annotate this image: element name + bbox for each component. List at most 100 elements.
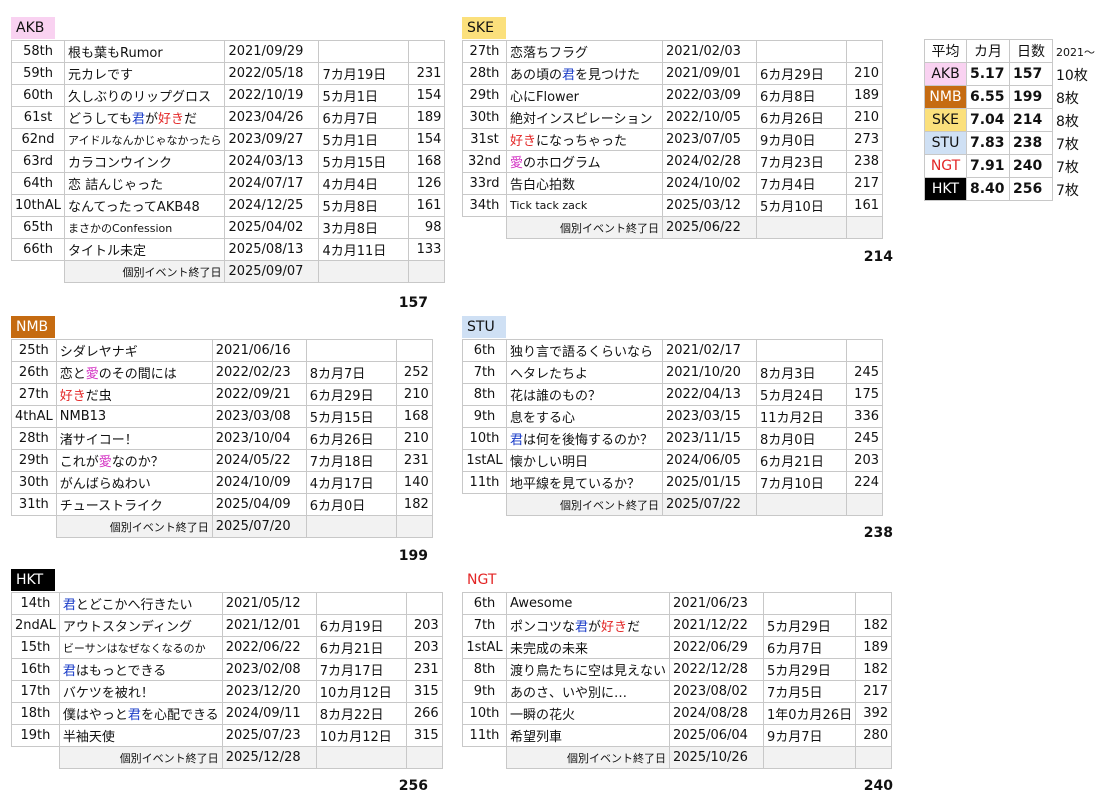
- release-days: 182: [395, 493, 433, 516]
- release-row: 28th 渚サイコー！ 2023/10/04 6カ月26日 210: [11, 427, 433, 450]
- release-number: 7th: [462, 614, 507, 637]
- release-interval: 4カ月4日: [318, 172, 410, 195]
- summary-months: 7.91: [966, 154, 1010, 178]
- empty-cell: [463, 747, 507, 769]
- release-interval: 6カ月26日: [305, 427, 397, 450]
- release-title: 君とどこかへ行きたい: [58, 592, 223, 615]
- release-interval: 10カ月12日: [315, 724, 407, 747]
- release-days: 231: [408, 62, 446, 85]
- release-row: 31th チューストライク 2025/04/09 6カ月0日 182: [11, 493, 433, 516]
- release-number: 28th: [462, 62, 507, 85]
- highlight-word: 君: [562, 68, 576, 83]
- nmb-total: 199: [398, 548, 428, 564]
- empty-cell: [846, 493, 883, 516]
- release-interval: 5カ月10日: [756, 194, 847, 217]
- release-number: 16th: [11, 658, 60, 681]
- summary-header-months: カ月: [966, 39, 1010, 63]
- release-interval: 5カ月15日: [318, 150, 410, 173]
- release-interval: 6カ月21日: [315, 636, 407, 659]
- release-row: 17th バケツを被れ！ 2023/12/20 10カ月12日 315: [11, 680, 443, 703]
- release-days: 126: [408, 172, 446, 195]
- release-number: 6th: [462, 339, 507, 362]
- summary-days: 199: [1009, 85, 1053, 109]
- event-end-row: 個別イベント終了日 2025/07/20: [12, 515, 433, 538]
- summary-header-days: 日数: [1009, 39, 1053, 63]
- release-number: 60th: [10, 84, 66, 107]
- summary-row-hkt: HKT 8.40 256: [924, 177, 1053, 201]
- release-days: 210: [395, 427, 433, 450]
- release-title: シダレヤナギ: [55, 339, 213, 362]
- release-days: 245: [846, 361, 883, 384]
- release-title: 愛のホログラム: [506, 150, 663, 173]
- release-days: 133: [408, 238, 446, 261]
- release-interval: 7カ月5日: [763, 680, 857, 703]
- release-row: 10th 一瞬の花火 2024/08/28 1年0カ月26日 392: [462, 702, 893, 725]
- release-title: 懐かしい明日: [506, 449, 663, 472]
- release-row: 14th 君とどこかへ行きたい 2021/05/12: [11, 592, 443, 615]
- release-title: 独り言で語るくらいなら: [506, 339, 663, 362]
- release-number: 7th: [462, 361, 507, 384]
- empty-cell: [846, 216, 883, 239]
- empty-cell: [305, 515, 397, 538]
- empty-cell: [12, 516, 57, 538]
- release-days: 224: [846, 471, 883, 494]
- release-date: 2021/09/01: [662, 62, 757, 85]
- release-row: 11th 希望列車 2025/06/04 9カ月7日 280: [462, 724, 893, 747]
- release-date: 2022/06/22: [221, 636, 317, 659]
- release-days: 280: [855, 724, 893, 747]
- summary-count-stu: 7枚: [1056, 137, 1079, 153]
- release-title: 半袖天使: [58, 724, 223, 747]
- release-date: 2021/09/29: [224, 40, 320, 63]
- release-interval: 5カ月1日: [318, 84, 410, 107]
- summary-row-nmb: NMB 6.55 199: [924, 85, 1053, 109]
- highlight-word: 君: [510, 433, 524, 448]
- summary-count-ngt: 7枚: [1056, 160, 1079, 176]
- release-title: あの頃の君を見つけた: [506, 62, 663, 85]
- highlight-word: 愛: [98, 455, 112, 470]
- release-row: 1stAL 未完成の未来 2022/06/29 6カ月7日 189: [462, 636, 893, 659]
- release-days: 175: [846, 383, 883, 406]
- release-days: 210: [846, 62, 883, 85]
- release-interval: 8カ月3日: [756, 361, 847, 384]
- empty-cell: [395, 515, 433, 538]
- release-days: 210: [395, 383, 433, 406]
- release-date: 2024/08/28: [669, 702, 765, 725]
- release-row: 10th 君は何を後悔するのか？ 2023/11/15 8カ月0日 245: [462, 427, 883, 450]
- empty-cell: [405, 746, 443, 769]
- release-title: Awesome: [505, 592, 671, 615]
- release-title: バケツを被れ！: [58, 680, 223, 703]
- release-row: 33rd 告白心拍数 2024/10/02 7カ月4日 217: [462, 172, 883, 195]
- release-interval: 5カ月15日: [305, 405, 397, 428]
- empty-cell: [318, 260, 410, 283]
- release-number: 64th: [10, 172, 66, 195]
- release-row: 19th 半袖天使 2025/07/23 10カ月12日 315: [11, 724, 443, 747]
- release-number: 8th: [462, 658, 507, 681]
- release-date: 2024/05/22: [211, 449, 307, 472]
- release-title: 君はもっとできる: [58, 658, 223, 681]
- ske-label: SKE: [462, 17, 506, 39]
- release-title: 絶対インスピレーション: [506, 106, 663, 129]
- release-days: 210: [846, 106, 883, 129]
- release-interval: [305, 339, 397, 362]
- release-row: 4thAL NMB13 2023/03/08 5カ月15日 168: [11, 405, 433, 428]
- summary-row-ngt: NGT 7.91 240: [924, 154, 1053, 178]
- release-number: 1stAL: [462, 449, 507, 472]
- release-days: [408, 40, 446, 63]
- release-interval: 7カ月4日: [756, 172, 847, 195]
- summary-months: 7.04: [966, 108, 1010, 132]
- release-days: 315: [405, 680, 443, 703]
- akb-label: AKB: [11, 17, 55, 39]
- release-interval: 5カ月24日: [756, 383, 847, 406]
- empty-cell: [756, 216, 847, 239]
- stu-label: STU: [462, 316, 506, 338]
- ske-table: 27th 恋落ちフラグ 2021/02/03 28th あの頃の君を見つけた 2021/0…: [462, 40, 883, 239]
- release-date: 2021/02/03: [662, 40, 757, 63]
- release-days: 273: [846, 128, 883, 151]
- summary-days: 238: [1009, 131, 1053, 155]
- release-row: 6th Awesome 2021/06/23: [462, 592, 893, 615]
- release-interval: 6カ月8日: [756, 84, 847, 107]
- highlight-word: 好き: [510, 134, 537, 149]
- event-end-row: 個別イベント終了日 2025/12/28: [12, 746, 443, 769]
- release-number: 66th: [10, 238, 66, 261]
- release-days: 238: [846, 150, 883, 173]
